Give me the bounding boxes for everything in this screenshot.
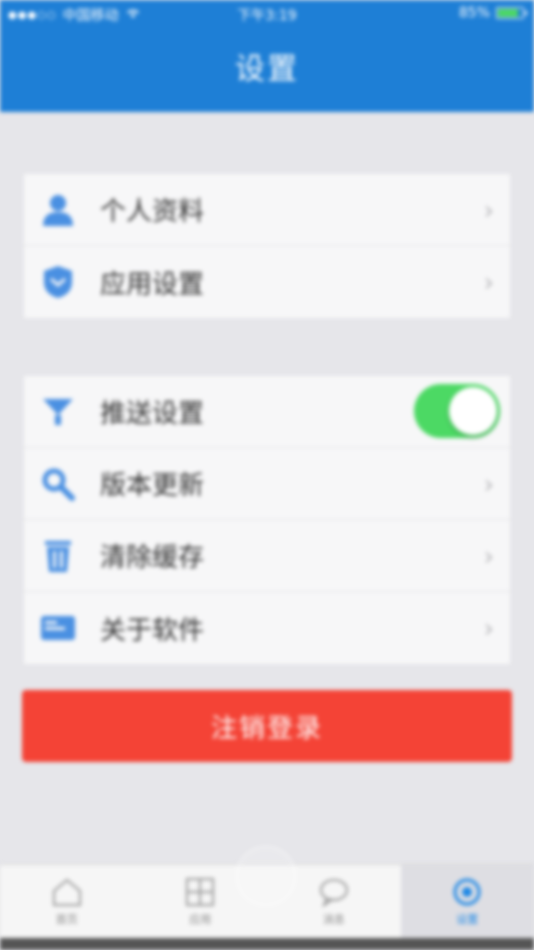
logout-button[interactable]: 注销登录 bbox=[22, 690, 512, 762]
tab-settings[interactable]: 设置 bbox=[400, 865, 534, 938]
person-icon bbox=[38, 190, 78, 230]
status-time: 下午3:19 bbox=[237, 8, 297, 24]
status-right: 85% bbox=[458, 5, 527, 21]
tab-settings-label: 设置 bbox=[456, 912, 479, 926]
row-about-label: 关于软件 bbox=[100, 615, 205, 646]
screen: ●●●○○ 中国移动 下午3:19 85% 设置 个人资料 › 应用设置 › 推… bbox=[0, 0, 534, 950]
row-push-settings-label: 推送设置 bbox=[100, 399, 205, 429]
card-icon bbox=[38, 608, 78, 648]
page-title: 设置 bbox=[235, 52, 299, 87]
chevron-right-icon: › bbox=[483, 470, 494, 500]
row-profile-label: 个人资料 bbox=[100, 197, 205, 227]
tab-messages-label: 消息 bbox=[322, 912, 345, 926]
bottom-strip bbox=[0, 938, 534, 950]
push-toggle[interactable] bbox=[414, 384, 500, 438]
logout-button-label: 注销登录 bbox=[210, 713, 323, 744]
settings-group-account: 个人资料 › 应用设置 › bbox=[24, 174, 510, 318]
row-about[interactable]: 关于软件 › bbox=[24, 592, 510, 664]
chevron-right-icon: › bbox=[483, 614, 494, 644]
tab-apps-label: 应用 bbox=[189, 912, 212, 926]
row-app-settings[interactable]: 应用设置 › bbox=[24, 246, 510, 318]
battery-icon bbox=[496, 7, 527, 19]
chat-icon bbox=[317, 877, 351, 908]
status-bar: ●●●○○ 中国移动 下午3:19 85% bbox=[0, 0, 534, 28]
tab-home-label: 首页 bbox=[55, 912, 78, 926]
shield-icon bbox=[38, 262, 78, 302]
tab-home[interactable]: 首页 bbox=[0, 865, 134, 938]
row-clear-cache-label: 清除缓存 bbox=[100, 543, 205, 573]
row-version-update[interactable]: 版本更新 › bbox=[24, 448, 510, 520]
assistive-touch-button[interactable] bbox=[236, 846, 296, 906]
row-version-update-label: 版本更新 bbox=[100, 471, 205, 501]
gear-icon bbox=[450, 877, 484, 907]
chevron-right-icon: › bbox=[483, 542, 494, 572]
push-icon bbox=[38, 392, 78, 432]
trash-icon bbox=[38, 536, 78, 576]
chevron-right-icon: › bbox=[483, 196, 494, 226]
row-app-settings-label: 应用设置 bbox=[100, 269, 205, 300]
home-icon bbox=[50, 877, 84, 907]
row-push-settings: 推送设置 bbox=[24, 376, 510, 448]
search-icon bbox=[38, 464, 78, 504]
navigation-bar: 设置 bbox=[0, 28, 534, 112]
chevron-right-icon: › bbox=[483, 268, 494, 298]
grid-icon bbox=[183, 877, 217, 907]
battery-percent: 85% bbox=[458, 5, 490, 21]
settings-group-general: 推送设置 版本更新 › 清除缓存 › 关于软件 › bbox=[24, 376, 510, 664]
row-clear-cache[interactable]: 清除缓存 › bbox=[24, 520, 510, 592]
row-profile[interactable]: 个人资料 › bbox=[24, 174, 510, 246]
